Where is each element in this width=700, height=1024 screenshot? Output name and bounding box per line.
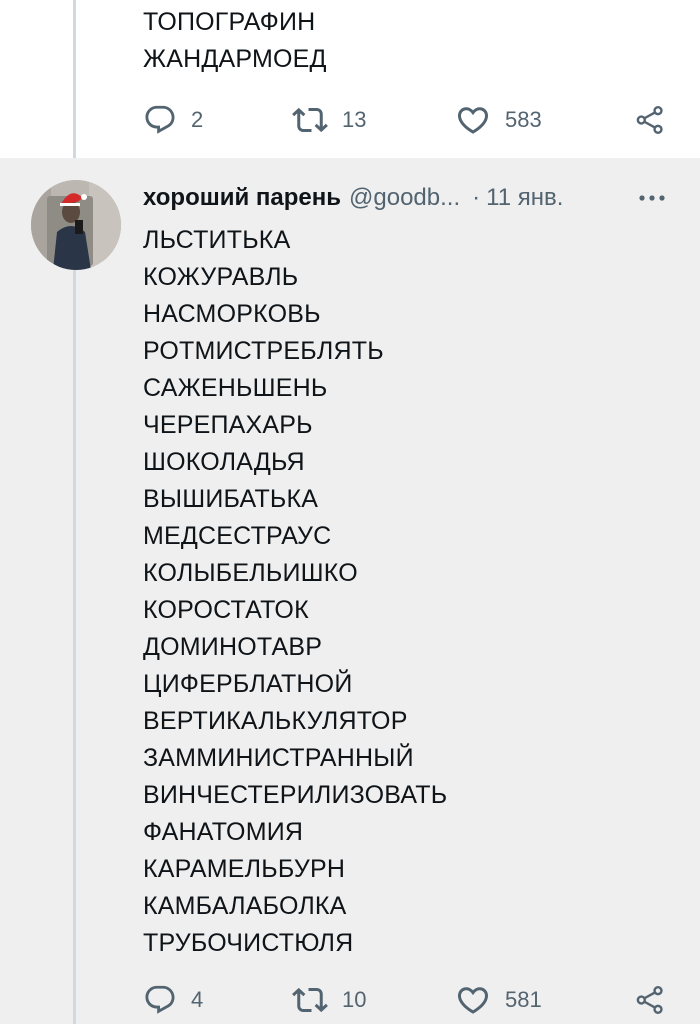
reply-icon: [145, 105, 175, 134]
tweet-line: ТОПОГРАФИН: [143, 8, 316, 36]
tweet-line: ВЕРТИКАЛЬКУЛЯТОР: [143, 707, 408, 735]
previous-tweet[interactable]: ТОПОГРАФИН ЖАНДАРМОЕД 2 13 583: [0, 0, 700, 158]
retweet-count: 10: [342, 987, 367, 1012]
retweet-count: 13: [342, 107, 367, 132]
reply-count: 4: [191, 987, 204, 1012]
tweet-text: ЛЬСТИТЬКА КОЖУРАВЛЬ НАСМОРКОВЬ РОТМИСТРЕ…: [143, 222, 447, 962]
avatar-image: [31, 180, 121, 270]
more-button[interactable]: [636, 186, 668, 210]
tweet-date[interactable]: 11 янв.: [486, 184, 563, 212]
retweet-button[interactable]: 13: [292, 100, 366, 140]
tweet-line: КОРОСТАТОК: [143, 596, 309, 624]
tweet-line: КАМБАЛАБОЛКА: [143, 892, 347, 920]
tweet-line: ШОКОЛАДЬЯ: [143, 448, 305, 476]
share-icon: [636, 986, 663, 1014]
like-button[interactable]: 581: [455, 980, 542, 1020]
tweet-line: МЕДСЕСТРАУС: [143, 522, 332, 550]
tweet-line: ЛЬСТИТЬКА: [143, 226, 291, 254]
thread-line-bottom: [73, 270, 76, 1024]
header-separator: ·: [472, 184, 481, 211]
tweet-line: КОЛЫБЕЛЬИШКО: [143, 559, 358, 587]
tweet-line: КОЖУРАВЛЬ: [143, 263, 299, 291]
previous-tweet-text: ТОПОГРАФИН ЖАНДАРМОЕД: [143, 4, 327, 78]
thread-line-top: [73, 0, 76, 158]
tweet-line: КАРАМЕЛЬБУРН: [143, 855, 346, 883]
like-button[interactable]: 583: [455, 100, 542, 140]
tweet-line: ТРУБОЧИСТЮЛЯ: [143, 929, 354, 957]
reply-button[interactable]: 2: [143, 100, 203, 140]
share-button[interactable]: [634, 100, 666, 140]
like-count: 583: [505, 107, 542, 132]
retweet-icon: [292, 107, 328, 133]
share-icon: [636, 106, 663, 134]
tweet-actions: 4 10 581: [0, 980, 700, 1020]
tweet-header: хороший парень @goodb... · 11 янв.: [143, 180, 673, 216]
share-button[interactable]: [634, 980, 666, 1020]
retweet-button[interactable]: 10: [292, 980, 366, 1020]
reply-button[interactable]: 4: [143, 980, 203, 1020]
previous-tweet-actions: 2 13 583: [0, 100, 700, 140]
retweet-icon: [292, 987, 328, 1013]
tweet-line: ДОМИНОТАВР: [143, 633, 323, 661]
heart-icon: [457, 987, 489, 1014]
tweet-line: ЖАНДАРМОЕД: [143, 45, 327, 73]
more-icon: [639, 195, 665, 201]
tweet-line: РОТМИСТРЕБЛЯТЬ: [143, 337, 384, 365]
display-name[interactable]: хороший парень: [143, 184, 341, 212]
tweet-line: ЧЕРЕПАХАРЬ: [143, 411, 313, 439]
tweet-line: ЗАММИНИСТРАННЫЙ: [143, 744, 414, 772]
reply-icon: [145, 985, 175, 1014]
tweet-line: ВИНЧЕСТЕРИЛИЗОВАТЬ: [143, 781, 448, 809]
heart-icon: [457, 107, 489, 134]
tweet-line: ЦИФЕРБЛАТНОЙ: [143, 670, 353, 698]
tweet-line: ВЫШИБАТЬКА: [143, 485, 319, 513]
avatar[interactable]: [31, 180, 121, 270]
tweet-line: НАСМОРКОВЬ: [143, 300, 321, 328]
tweet-line: САЖЕНЬШЕНЬ: [143, 374, 328, 402]
reply-count: 2: [191, 107, 204, 132]
like-count: 581: [505, 987, 542, 1012]
user-handle[interactable]: @goodb...: [349, 184, 460, 212]
tweet-line: ФАНАТОМИЯ: [143, 818, 304, 846]
tweet[interactable]: хороший парень @goodb... · 11 янв. ЛЬСТИ…: [0, 158, 700, 1024]
